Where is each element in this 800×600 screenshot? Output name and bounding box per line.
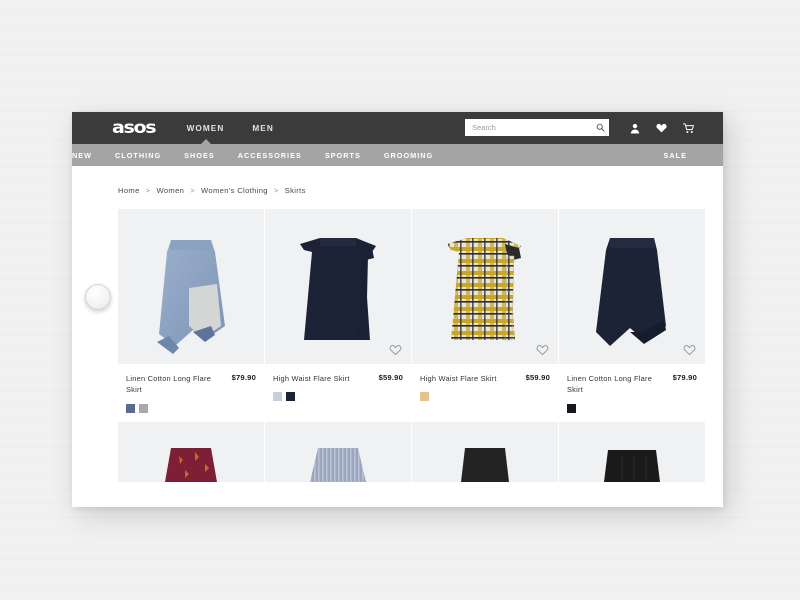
product-card[interactable] [118,421,264,482]
product-price: $79.90 [231,373,256,382]
product-image-black-skirt[interactable] [412,421,558,482]
nav-item-grooming[interactable]: GROOMING [384,151,433,160]
product-card[interactable]: High Waist Flare Skirt $59.90 [265,209,411,413]
product-info: High Waist Flare Skirt $59.90 [265,364,411,402]
nav-item-accessories[interactable]: ACCESSORIES [238,151,302,160]
product-title[interactable]: Linen Cotton Long Flare Skirt [126,373,218,396]
product-grid: Linen Cotton Long Flare Skirt $79.90 Hig… [72,195,723,413]
browser-panel: asos WOMEN MEN Search NEW CLOTHING SHOES… [72,112,723,507]
breadcrumb-separator: > [145,186,151,195]
breadcrumb-item-skirts[interactable]: Skirts [285,186,306,195]
header-nav-men[interactable]: MEN [252,124,274,133]
product-image-black-pleated-skirt[interactable] [559,421,705,482]
shopping-cart-icon[interactable] [683,122,695,134]
breadcrumb-item-womens-clothing[interactable]: Women's Clothing [201,186,268,195]
color-swatches [126,403,256,413]
color-swatch[interactable] [126,403,135,413]
wishlist-heart-outline-icon[interactable] [536,344,549,356]
site-header: asos WOMEN MEN [72,112,723,144]
product-info: Linen Cotton Long Flare Skirt $79.90 [118,364,264,413]
search-icon[interactable] [591,119,609,136]
nav-item-sale[interactable]: SALE [664,151,687,160]
nav-item-clothing[interactable]: CLOTHING [115,151,161,160]
product-info: Linen Cotton Long Flare Skirt $79.90 [559,364,705,413]
wishlist-heart-outline-icon[interactable] [683,344,696,356]
color-swatches [420,392,550,402]
color-swatches [567,403,697,413]
product-title[interactable]: Linen Cotton Long Flare Skirt [567,373,659,396]
product-price: $59.90 [525,373,550,382]
breadcrumb-item-women[interactable]: Women [156,186,184,195]
product-image-navy-flare-skirt-with-tie[interactable] [265,209,411,364]
product-card[interactable] [265,421,411,482]
breadcrumb-separator: > [273,186,279,195]
product-card[interactable] [559,421,705,482]
wishlist-heart-icon[interactable] [656,123,667,133]
product-grid-row-2 [72,413,723,482]
product-title[interactable]: High Waist Flare Skirt [273,373,350,384]
product-price: $59.90 [378,373,403,382]
wishlist-heart-outline-icon[interactable] [389,344,402,356]
header-icon-group [630,112,695,144]
active-tab-pointer [200,139,212,145]
color-swatches [273,392,403,402]
product-image-blue-gray-striped-skirt[interactable] [265,421,411,482]
product-price: $79.90 [672,373,697,382]
asos-logo[interactable]: asos [112,118,157,138]
circle-knob[interactable] [85,284,111,310]
product-image-navy-asymmetric-hem-skirt[interactable] [559,209,705,364]
color-swatch[interactable] [273,392,282,402]
search-input[interactable] [472,120,592,135]
product-image-burgundy-printed-skirt[interactable] [118,421,264,482]
product-card[interactable]: Linen Cotton Long Flare Skirt $79.90 [118,209,264,413]
search-bar[interactable] [465,119,609,136]
category-nav: NEW CLOTHING SHOES ACCESSORIES SPORTS GR… [72,139,723,166]
color-swatch[interactable] [286,392,295,402]
product-card[interactable]: Linen Cotton Long Flare Skirt $79.90 [559,209,705,413]
color-swatch[interactable] [420,392,429,402]
nav-item-shoes[interactable]: SHOES [184,151,215,160]
breadcrumb: Home > Women > Women's Clothing > Skirts [72,166,723,195]
header-nav-women[interactable]: WOMEN [187,124,225,133]
page-content: Home > Women > Women's Clothing > Skirts [72,166,723,507]
product-title[interactable]: High Waist Flare Skirt [420,373,497,384]
product-info: High Waist Flare Skirt $59.90 [412,364,558,402]
product-image-yellow-plaid-wrap-skirt[interactable] [412,209,558,364]
color-swatch[interactable] [139,403,148,413]
product-card[interactable]: High Waist Flare Skirt $59.90 [412,209,558,413]
product-card[interactable] [412,421,558,482]
breadcrumb-item-home[interactable]: Home [118,186,140,195]
breadcrumb-separator: > [190,186,196,195]
nav-item-sports[interactable]: SPORTS [325,151,361,160]
color-swatch[interactable] [567,403,576,413]
account-icon[interactable] [630,123,640,134]
nav-item-new[interactable]: NEW [72,151,92,160]
product-image-blue-asymmetric-skirt[interactable] [118,209,264,364]
